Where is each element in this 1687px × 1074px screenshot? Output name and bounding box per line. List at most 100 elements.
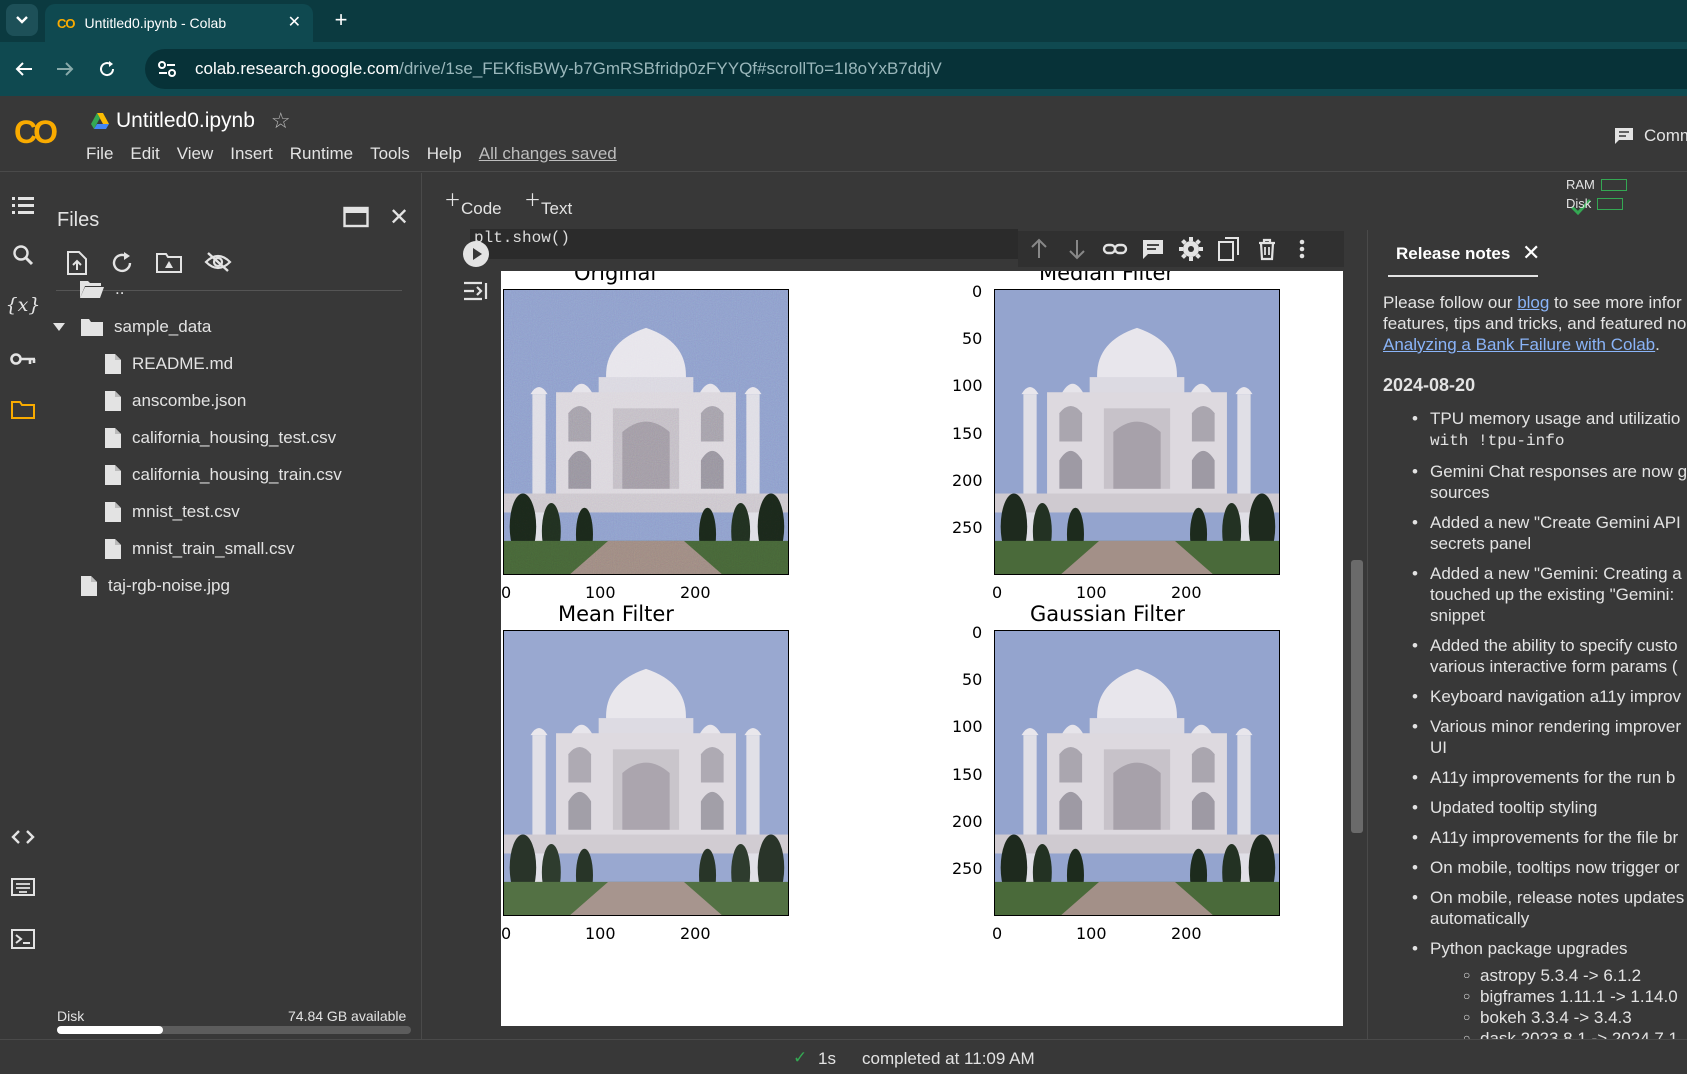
trash-icon[interactable] [1254,236,1280,262]
list-item: Added a new "Gemini: Creating atouched u… [1401,563,1687,626]
mirror-cell-icon[interactable] [1216,236,1242,262]
status-bar: ✓ 1s completed at 11:09 AM [0,1039,1687,1074]
command-palette-button[interactable] [9,873,37,901]
files-button[interactable] [9,395,37,423]
comment-icon[interactable] [1140,236,1166,262]
add-code-button[interactable]: ＋ Code [444,186,502,218]
colab-header: CO Untitled0.ipynb ☆ File Edit View Inse… [0,96,1687,172]
search-button[interactable] [9,241,37,269]
menu-insert[interactable]: Insert [230,144,273,164]
close-icon[interactable]: ✕ [389,203,409,232]
reload-icon [100,61,115,77]
caret-down-icon[interactable] [52,322,66,332]
move-down-icon[interactable] [1064,236,1090,262]
file-icon [105,539,121,559]
browser-tab[interactable]: CO Untitled0.ipynb - Colab ✕ [45,4,313,42]
run-cell-button[interactable] [463,241,489,267]
menu-help[interactable]: Help [427,144,462,164]
file-row-taj[interactable]: taj-rgb-noise.jpg [80,573,230,599]
file-row[interactable]: anscombe.json [104,388,246,414]
secrets-button[interactable] [9,345,37,373]
refresh-icon[interactable] [110,251,134,275]
window-icon [343,206,369,228]
add-text-button[interactable]: ＋ Text [524,186,572,218]
featured-notebook-link[interactable]: Analyzing a Bank Failure with Colab [1383,335,1655,354]
menu-tools[interactable]: Tools [370,144,410,164]
files-panel-title: Files [57,209,100,231]
move-up-icon[interactable] [1026,236,1052,262]
comment-button[interactable]: Comm [1614,126,1687,146]
variables-icon[interactable]: {𝑥} [6,291,41,319]
gear-icon[interactable] [1178,236,1204,262]
tick-label: 0 [992,924,1003,943]
execution-status[interactable]: completed at 11:09 AM [862,1049,1035,1069]
code-cell-editor[interactable]: plt.show() [470,229,1018,259]
forward-button[interactable] [50,54,80,84]
output-scrollbar[interactable] [1351,560,1363,833]
disk-usage-bar [57,1026,411,1034]
file-name: .. [115,279,125,298]
file-row[interactable]: california_housing_test.csv [104,425,336,451]
colab-logo[interactable]: CO [14,114,58,151]
output-toggle-button[interactable] [462,280,490,302]
axes-title: Median Filter [1039,271,1175,285]
list-item: On mobile, release notes updatesautomati… [1401,887,1687,929]
code-snippets-button[interactable] [9,823,37,851]
folder-open-icon [80,281,104,298]
release-notes-tab[interactable]: Release notes [1396,244,1510,264]
browser-tab-bar: CO Untitled0.ipynb - Colab ✕ + [0,0,1687,42]
hide-files-icon[interactable] [204,251,232,273]
resource-monitor[interactable]: RAM Disk [1566,177,1627,211]
address-bar: colab.research.google.com/drive/1se_FEKf… [0,42,1687,96]
code-icon [11,830,35,844]
upload-file-icon[interactable] [66,251,88,275]
star-icon[interactable]: ☆ [271,108,291,134]
menu-bar: File Edit View Insert Runtime Tools Help… [86,144,634,164]
parent-folder-row[interactable]: .. [79,276,124,302]
file-row[interactable]: california_housing_train.csv [104,462,342,488]
tick-label: 150 [952,765,983,784]
file-row[interactable]: mnist_train_small.csv [104,536,295,562]
file-name: sample_data [114,317,212,336]
disk-meter-label: Disk [1566,196,1592,211]
reload-button[interactable] [92,54,122,84]
toc-button[interactable] [9,191,37,219]
close-icon[interactable]: ✕ [1522,240,1540,266]
terminal-button[interactable] [9,925,37,953]
tab-close-icon[interactable]: ✕ [288,12,301,32]
new-tab-button[interactable]: + [326,6,356,36]
menu-file[interactable]: File [86,144,113,164]
open-in-window-button[interactable] [343,206,369,228]
more-vert-icon[interactable] [1292,236,1312,262]
tick-label: 100 [585,583,616,602]
folder-row-sample-data[interactable]: sample_data [52,314,211,340]
files-toolbar [66,251,232,275]
menu-runtime[interactable]: Runtime [290,144,353,164]
blog-link[interactable]: blog [1517,293,1549,312]
tick-label: 100 [585,924,616,943]
google-drive-icon [91,113,109,129]
notebook-name[interactable]: Untitled0.ipynb [116,109,255,133]
link-icon[interactable] [1102,236,1128,262]
file-row[interactable]: README.md [104,351,233,377]
menu-view[interactable]: View [177,144,214,164]
tick-label: 100 [1076,583,1107,602]
menu-edit[interactable]: Edit [130,144,159,164]
axes-title: Mean Filter [558,602,674,626]
list-item: On mobile, tooltips now trigger or [1401,857,1687,878]
tab-title: Untitled0.ipynb - Colab [84,15,227,31]
play-icon [473,248,482,260]
file-row[interactable]: mnist_test.csv [104,499,240,525]
back-button[interactable] [9,54,39,84]
tick-label: 0 [501,924,512,943]
mount-drive-icon[interactable] [156,251,182,273]
url-input[interactable]: colab.research.google.com/drive/1se_FEKf… [145,49,1687,89]
disk-label: Disk [57,1008,85,1024]
axes-title: Original [574,271,657,285]
save-status-link[interactable]: All changes saved [479,144,617,164]
file-icon [105,502,121,522]
intro-line: features, tips and tricks, and featured … [1383,314,1687,333]
tick-label: 50 [962,670,983,689]
tab-search-button[interactable] [6,4,38,36]
disk-meter [1597,197,1624,210]
